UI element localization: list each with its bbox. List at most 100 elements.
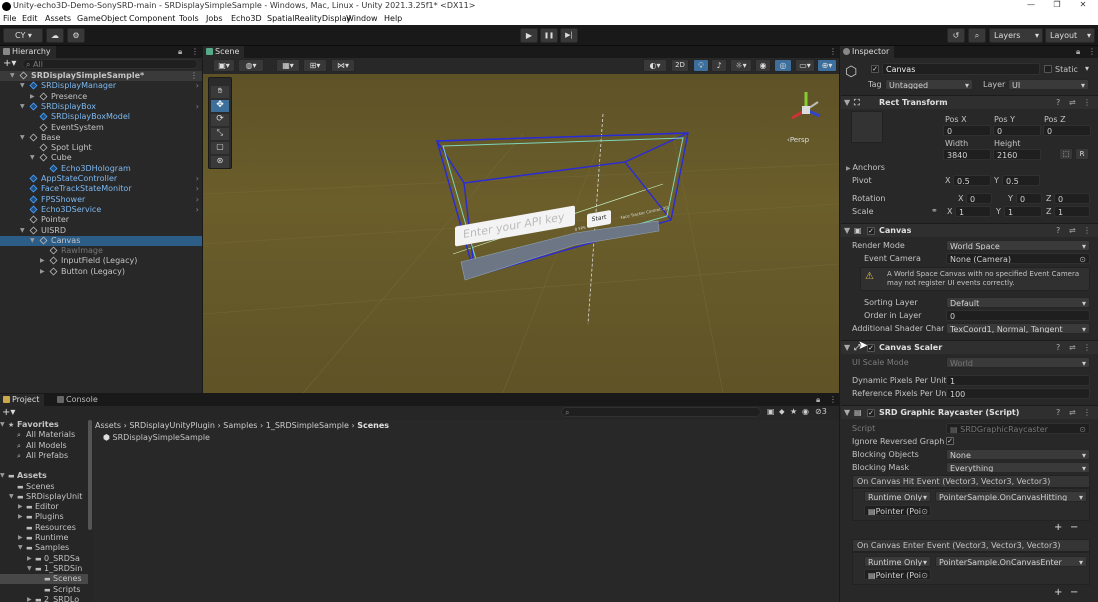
incremental-snap-dropdown[interactable]: ⋈▾ xyxy=(331,59,355,72)
hand-tool-icon[interactable]: ✋︎ xyxy=(211,86,229,98)
chevron-right-icon[interactable]: › xyxy=(196,184,199,194)
link-icon[interactable]: ⚭ xyxy=(931,206,938,215)
effects-dropdown[interactable]: ☼▾ xyxy=(730,59,752,72)
cloud-icon[interactable]: ☁ xyxy=(46,28,64,43)
project-tree-row[interactable]: ▼ ▬ Samples xyxy=(0,543,88,553)
expand-arrow-icon[interactable]: ▼ xyxy=(0,420,5,430)
component-menu-icon[interactable]: ⋮ xyxy=(1083,96,1091,110)
hierarchy-row[interactable]: EventSystem xyxy=(0,123,202,133)
component-menu-icon[interactable]: ⋮ xyxy=(1083,406,1091,420)
scale-x-field[interactable]: 1 xyxy=(955,206,991,217)
perspective-label[interactable]: ‹Persp xyxy=(787,136,809,144)
scene-visibility-icon[interactable]: ◎ xyxy=(774,59,792,72)
hit-runtime-dropdown[interactable]: Runtime Only xyxy=(864,491,931,502)
help-icon[interactable]: ? xyxy=(1056,224,1060,238)
add-listener-button[interactable]: + xyxy=(1054,587,1062,598)
close-button[interactable]: ✕ xyxy=(1070,0,1096,13)
pivot-x-field[interactable]: 0.5 xyxy=(953,175,991,186)
more-options-icon[interactable]: ⋮ xyxy=(829,47,837,56)
menu-spatialrealitydisplay[interactable]: SpatialRealityDisplay xyxy=(267,14,351,23)
layers-dropdown[interactable]: Layers ▾ xyxy=(989,28,1043,43)
object-name-field[interactable]: Canvas xyxy=(882,63,1040,75)
menu-tools[interactable]: Tools xyxy=(179,14,199,23)
history-icon[interactable]: ↺ xyxy=(947,28,965,43)
hidden-packages-count[interactable]: ⊘3 xyxy=(815,407,827,416)
hierarchy-row[interactable]: FPSShower › xyxy=(0,195,202,205)
canvas-scaler-header[interactable]: ▼ ⤢ ✓ Canvas Scaler ? ⇌ ⋮ xyxy=(841,340,1098,354)
ui-scale-mode-dropdown[interactable]: World xyxy=(946,357,1090,368)
step-button[interactable]: ▶| xyxy=(560,28,578,43)
menu-edit[interactable]: Edit xyxy=(22,14,38,23)
hit-function-dropdown[interactable]: PointerSample.OnCanvasHitting xyxy=(935,491,1087,502)
project-tree-row[interactable]: ▶ ▬ Runtime xyxy=(0,533,88,543)
chevron-right-icon[interactable]: › xyxy=(196,81,199,91)
posy-field[interactable]: 0 xyxy=(993,125,1041,136)
component-menu-icon[interactable]: ⋮ xyxy=(1083,341,1091,355)
2d-toggle-button[interactable]: 2D xyxy=(671,59,689,72)
tag-dropdown[interactable]: Untagged xyxy=(885,79,973,90)
more-options-icon[interactable]: ⋮ xyxy=(191,47,199,56)
help-icon[interactable]: ? xyxy=(1056,406,1060,420)
project-tree-row[interactable]: ▼ ★ Favorites xyxy=(0,420,88,430)
search-icon[interactable]: ⌕ xyxy=(968,28,986,43)
scale-z-field[interactable]: 1 xyxy=(1054,206,1090,217)
project-tree-row[interactable]: ▬ Scenes xyxy=(0,482,88,492)
expand-arrow-icon[interactable]: ▼ xyxy=(9,492,14,502)
posx-field[interactable]: 0 xyxy=(943,125,991,136)
audio-toggle-icon[interactable]: ♪ xyxy=(711,59,727,72)
enter-object-field[interactable]: ▤Pointer (Poi ⊙ xyxy=(864,569,931,580)
breadcrumb-item[interactable]: Scenes xyxy=(357,421,389,430)
add-icon[interactable]: +▾ xyxy=(3,59,16,69)
pause-button[interactable]: ❚❚ xyxy=(540,28,558,43)
preset-icon[interactable]: ⇌ xyxy=(1069,341,1076,355)
rotate-tool-icon[interactable]: ⟳ xyxy=(211,114,229,126)
transform-tool-icon[interactable]: ⊛ xyxy=(211,156,229,168)
pivot-y-field[interactable]: 0.5 xyxy=(1002,175,1040,186)
project-tree-row[interactable]: ⌕ All Prefabs xyxy=(0,451,88,461)
more-options-icon[interactable]: ⋮ xyxy=(1088,47,1096,56)
expand-arrow-icon[interactable]: ▼ xyxy=(0,471,5,481)
expand-arrow-icon[interactable]: ▶ xyxy=(18,502,23,512)
ignore-reversed-checkbox[interactable]: ✓ xyxy=(946,437,954,445)
expand-arrow-icon[interactable]: ▼ xyxy=(20,226,25,236)
render-mode-dropdown[interactable]: ◍▾ xyxy=(238,59,264,72)
chevron-right-icon[interactable]: › xyxy=(196,102,199,112)
collab-icon[interactable]: ⚙ xyxy=(67,28,85,43)
add-listener-button[interactable]: + xyxy=(1054,522,1062,533)
canvas-component-header[interactable]: ▼ ▣ ✓ Canvas ? ⇌ ⋮ xyxy=(841,223,1098,237)
project-tree-row[interactable]: ▼ ▬ 1_SRDSin xyxy=(0,564,88,574)
hierarchy-row[interactable]: AppStateController › xyxy=(0,174,202,184)
menu-file[interactable]: File xyxy=(3,14,16,23)
account-dropdown[interactable]: CY ▾ xyxy=(3,28,43,43)
scale-tool-icon[interactable]: ⤡ xyxy=(211,128,229,140)
expand-arrow-icon[interactable]: ▼ xyxy=(20,133,25,143)
tree-scrollbar[interactable] xyxy=(88,420,92,530)
shader-channels-dropdown[interactable]: TexCoord1, Normal, Tangent xyxy=(946,323,1090,334)
hierarchy-row[interactable]: Pointer xyxy=(0,215,202,225)
component-menu-icon[interactable]: ⋮ xyxy=(1083,224,1091,238)
hierarchy-row[interactable]: ▶ InputField (Legacy) xyxy=(0,256,202,266)
hierarchy-row[interactable]: SRDisplayBoxModel xyxy=(0,112,202,122)
search-save-icon[interactable]: ★ xyxy=(790,407,797,416)
menu-help[interactable]: Help xyxy=(384,14,402,23)
menu-jobs[interactable]: Jobs xyxy=(206,14,223,23)
hierarchy-row[interactable]: FaceTrackStateMonitor › xyxy=(0,184,202,194)
expand-arrow-icon[interactable]: ▶ xyxy=(27,595,32,602)
rect-tool-icon[interactable]: ▢ xyxy=(211,142,229,154)
layout-dropdown[interactable]: Layout ▾ xyxy=(1045,28,1095,43)
help-icon[interactable]: ? xyxy=(1056,96,1060,110)
draw-mode-dropdown[interactable]: ▣▾ xyxy=(213,59,235,72)
event-camera-field[interactable]: None (Camera) ⊙ xyxy=(946,253,1090,264)
tab-console[interactable]: Console xyxy=(54,394,103,406)
remove-listener-button[interactable]: − xyxy=(1070,587,1078,598)
project-tree-row[interactable]: ⌕ All Materials xyxy=(0,430,88,440)
menu-assets[interactable]: Assets xyxy=(45,14,71,23)
menu-gameobject[interactable]: GameObject xyxy=(77,14,127,23)
scale-y-field[interactable]: 1 xyxy=(1004,206,1042,217)
canvas-enabled-checkbox[interactable]: ✓ xyxy=(867,227,875,235)
gizmos-dropdown[interactable]: ⊕▾ xyxy=(817,59,837,72)
shading-mode-dropdown[interactable]: ◐▾ xyxy=(643,59,667,72)
orientation-gizmo[interactable] xyxy=(786,88,826,128)
hit-object-field[interactable]: ▤Pointer (Poi ⊙ xyxy=(864,505,931,516)
order-in-layer-field[interactable]: 0 xyxy=(946,310,1090,321)
